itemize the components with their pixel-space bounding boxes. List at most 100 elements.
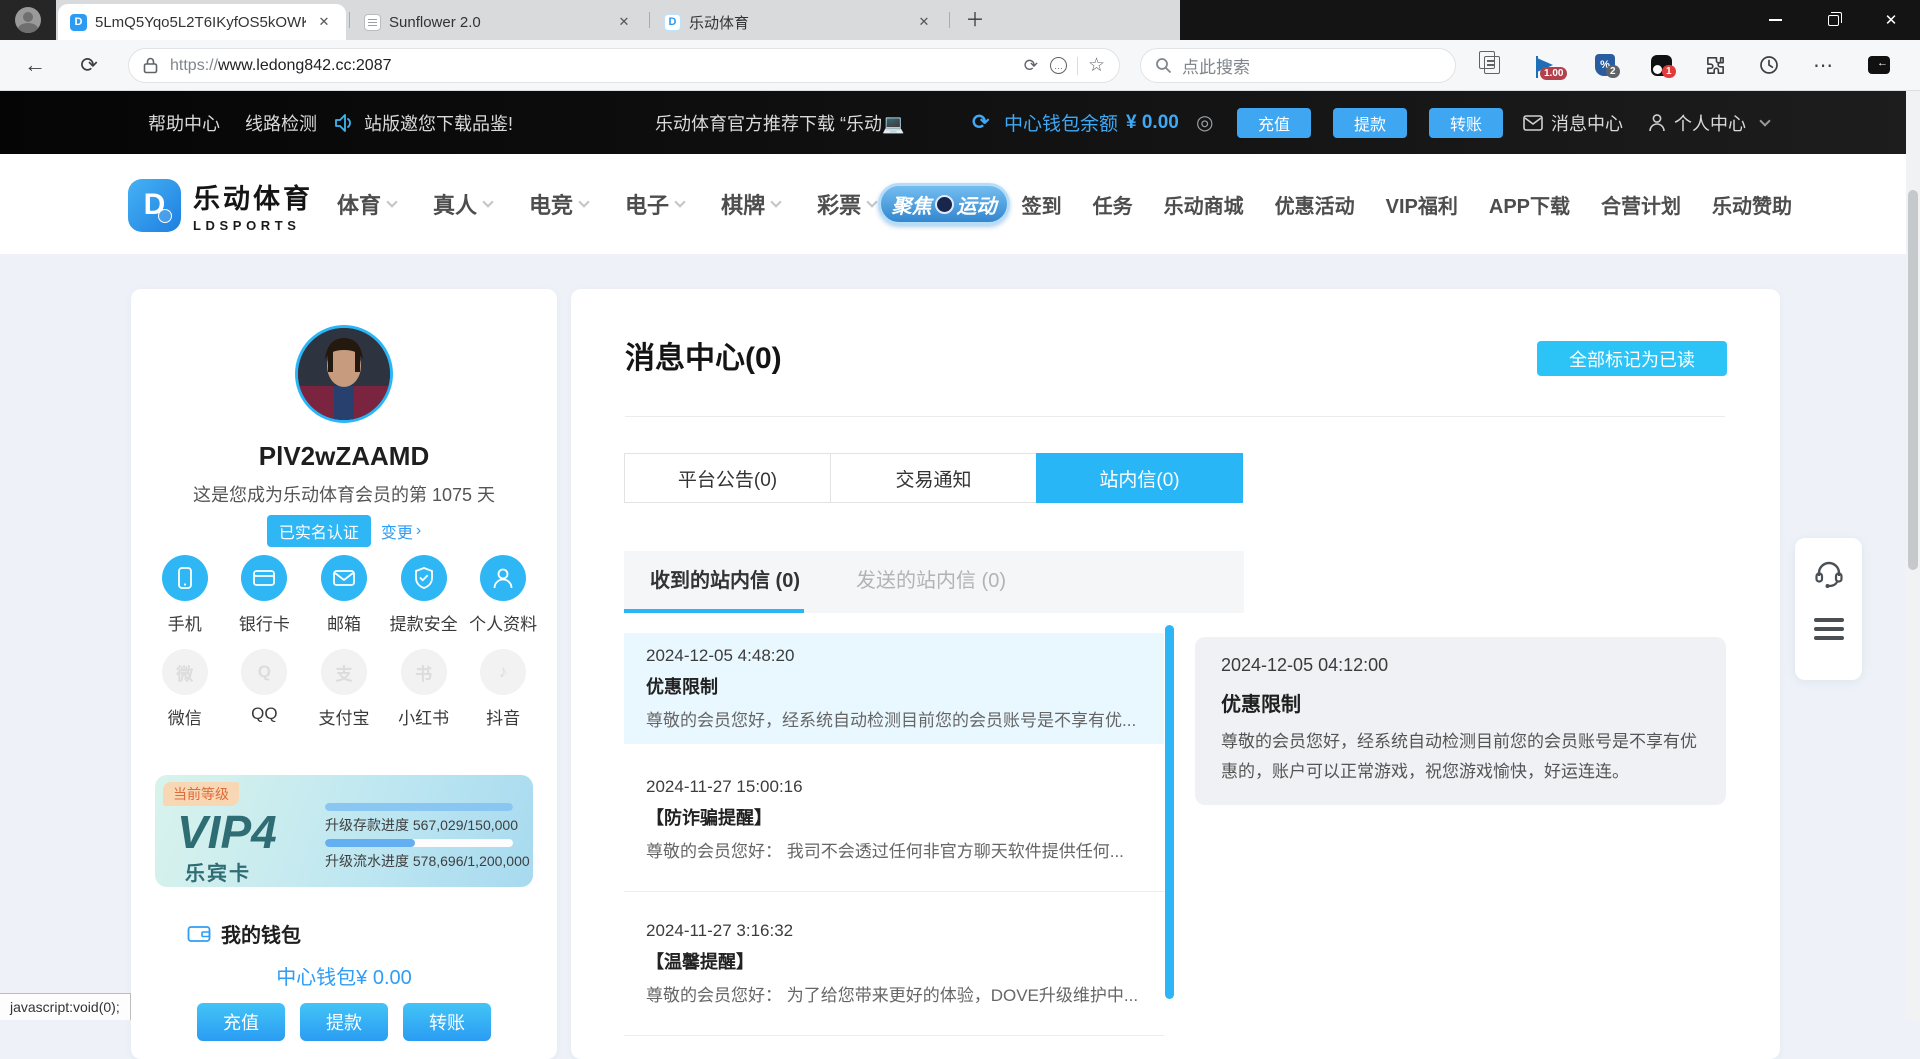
eye-toggle-icon[interactable]: ◎ xyxy=(1196,91,1213,154)
line-check-link[interactable]: 线路检测 xyxy=(245,91,317,154)
nav-menu-live[interactable]: 真人 xyxy=(433,188,492,220)
tab-3[interactable]: D 乐动体育 ✕ xyxy=(652,4,946,40)
extensions-puzzle-icon[interactable] xyxy=(1698,49,1732,81)
browser-tab-strip: D 5LmQ5Yqo5L2T6IKyfOS5kOWKqO ✕ Sunflower… xyxy=(0,0,1920,40)
nav-link-sponsor[interactable]: 乐动赞助 xyxy=(1712,190,1792,219)
security-item-email[interactable]: 邮箱 xyxy=(304,555,384,635)
help-center-link[interactable]: 帮助中心 xyxy=(148,91,220,154)
personal-center-link[interactable]: 个人中心 xyxy=(1648,91,1769,154)
message-list-item[interactable]: 2024-11-27 3:16:32 【温馨提醒】 尊敬的会员您好： 为了给您带… xyxy=(624,908,1164,1019)
security-item-bankcard[interactable]: 银行卡 xyxy=(225,555,305,635)
deposit-button[interactable]: 充值 xyxy=(1237,108,1311,138)
tab-3-close-icon[interactable]: ✕ xyxy=(914,14,934,30)
social-item-qq[interactable]: Q QQ xyxy=(225,649,305,729)
security-item-profile[interactable]: 个人资料 xyxy=(463,555,543,635)
divider xyxy=(625,416,1725,417)
page-title: 消息中心(0) xyxy=(625,333,782,377)
wallet-transfer-button[interactable]: 转账 xyxy=(403,1003,491,1041)
collections-icon[interactable] xyxy=(1475,49,1509,81)
vip-card-name: 乐宾卡 xyxy=(185,857,251,886)
nav-link-app[interactable]: APP下载 xyxy=(1489,190,1570,219)
security-item-phone[interactable]: 手机 xyxy=(145,555,225,635)
tab-2[interactable]: Sunflower 2.0 ✕ xyxy=(352,4,646,40)
nav-link-promos[interactable]: 优惠活动 xyxy=(1275,190,1355,219)
site-nav-bar: D 乐动体育 LDSPORTS 体育 真人 电竞 电子 棋牌 彩票 聚焦运动 签… xyxy=(0,154,1920,254)
download-announce-link[interactable]: 站版邀您下载品鉴! xyxy=(364,91,513,154)
chevron-down-icon xyxy=(386,196,397,207)
flag-extension-icon[interactable]: 1.00 xyxy=(1528,49,1562,81)
mark-all-read-button[interactable]: 全部标记为已读 xyxy=(1537,341,1727,376)
url-host: www.ledong842.cc:2087 xyxy=(218,57,391,74)
refresh-balance-icon[interactable]: ⟳ xyxy=(972,91,990,154)
window-minimize-button[interactable] xyxy=(1746,0,1804,40)
message-list-scrollbar[interactable] xyxy=(1165,625,1174,999)
shield-check-icon xyxy=(401,555,447,601)
menu-hamburger-icon[interactable] xyxy=(1814,613,1844,645)
favorite-star-icon[interactable]: ☆ xyxy=(1088,54,1105,77)
change-link[interactable]: 变更› xyxy=(381,519,421,543)
site-logo[interactable]: D 乐动体育 LDSPORTS xyxy=(128,177,313,233)
shield-extension-icon[interactable]: % 2 xyxy=(1588,49,1622,81)
douyin-icon: ♪ xyxy=(480,649,526,695)
focus-sports-badge[interactable]: 聚焦运动 xyxy=(878,183,1010,225)
divider xyxy=(624,891,1164,892)
quick-search-box[interactable]: 点此搜索 xyxy=(1140,48,1456,83)
transfer-button[interactable]: 转账 xyxy=(1429,108,1503,138)
tab-1-close-icon[interactable]: ✕ xyxy=(314,14,334,30)
wallet-deposit-button[interactable]: 充值 xyxy=(197,1003,285,1041)
nav-menu-lottery[interactable]: 彩票 xyxy=(817,188,876,220)
page-scrollbar[interactable] xyxy=(1906,91,1920,1020)
nav-menu-esports[interactable]: 电竞 xyxy=(529,188,588,220)
nav-link-signin[interactable]: 签到 xyxy=(1022,190,1062,219)
message-list-item[interactable]: 2024-11-25 13:14:01 xyxy=(624,1052,1164,1059)
vip-level-card[interactable]: 当前等级 VIP4 乐宾卡 升级存款进度 567,029/150,000 升级流… xyxy=(155,775,533,887)
social-item-xiaohongshu[interactable]: 书 小红书 xyxy=(384,649,464,729)
translate-refresh-icon[interactable]: ⟳ xyxy=(1024,56,1038,76)
dark-extension-icon[interactable]: 1 xyxy=(1644,49,1678,81)
nav-menu-slots[interactable]: 电子 xyxy=(625,188,684,220)
reload-button[interactable]: ⟳ xyxy=(72,40,106,90)
subtab-sent-mail[interactable]: 发送的站内信 (0) xyxy=(856,551,1006,613)
tab-transaction-notices[interactable]: 交易通知 xyxy=(830,453,1037,503)
current-level-tag: 当前等级 xyxy=(163,782,239,806)
message-center-link[interactable]: 消息中心 xyxy=(1523,91,1623,154)
settings-more-icon[interactable]: ⋯ xyxy=(1806,49,1840,81)
nav-link-tasks[interactable]: 任务 xyxy=(1093,190,1133,219)
deposit-progress-label: 升级存款进度 567,029/150,000 xyxy=(325,815,518,835)
window-restore-button[interactable] xyxy=(1804,0,1862,40)
browser-profile-avatar-icon xyxy=(15,7,41,33)
social-item-alipay[interactable]: 支 支付宝 xyxy=(304,649,384,729)
sidebar-panel-icon[interactable] xyxy=(1862,49,1896,81)
wallet-withdraw-button[interactable]: 提款 xyxy=(300,1003,388,1041)
message-list-item-selected[interactable]: 2024-12-05 4:48:20 优惠限制 尊敬的会员您好，经系统自动检测目… xyxy=(624,633,1164,744)
message-list-item[interactable]: 2024-11-27 15:00:16 【防诈骗提醒】 尊敬的会员您好： 我司不… xyxy=(624,764,1164,875)
arrow-right-icon: › xyxy=(416,522,421,540)
subtab-received-mail[interactable]: 收到的站内信 (0) xyxy=(650,551,800,613)
history-icon[interactable] xyxy=(1752,49,1786,81)
address-bar[interactable]: https://www.ledong842.cc:2087 ⟳ … ☆ xyxy=(128,48,1120,83)
nav-link-affiliate[interactable]: 合营计划 xyxy=(1601,190,1681,219)
tab-1[interactable]: D 5LmQ5Yqo5L2T6IKyfOS5kOWKqO ✕ xyxy=(58,4,346,40)
withdraw-button[interactable]: 提款 xyxy=(1333,108,1407,138)
social-item-wechat[interactable]: 微 微信 xyxy=(145,649,225,729)
nav-menu-chess[interactable]: 棋牌 xyxy=(721,188,780,220)
mail-icon xyxy=(321,555,367,601)
more-in-circle-icon[interactable]: … xyxy=(1050,57,1067,74)
browser-profile-corner[interactable] xyxy=(0,0,56,40)
customer-service-headset-icon[interactable] xyxy=(1813,558,1845,595)
tab-site-mail[interactable]: 站内信(0) xyxy=(1036,453,1243,503)
nav-link-vip[interactable]: VIP福利 xyxy=(1386,190,1458,219)
window-close-button[interactable]: ✕ xyxy=(1862,0,1920,40)
nav-menu-sports[interactable]: 体育 xyxy=(337,188,396,220)
back-button[interactable]: ← xyxy=(18,40,52,90)
search-placeholder: 点此搜索 xyxy=(1182,53,1250,78)
new-tab-button[interactable]: ＋ xyxy=(962,8,988,34)
user-avatar[interactable] xyxy=(295,325,393,423)
social-item-douyin[interactable]: ♪ 抖音 xyxy=(463,649,543,729)
tab-2-close-icon[interactable]: ✕ xyxy=(614,14,634,30)
security-item-withdraw-safety[interactable]: 提款安全 xyxy=(384,555,464,635)
nav-link-mall[interactable]: 乐动商城 xyxy=(1164,190,1244,219)
active-subtab-underline xyxy=(624,609,804,613)
tab-platform-announcements[interactable]: 平台公告(0) xyxy=(624,453,831,503)
page-scrollbar-thumb[interactable] xyxy=(1908,190,1918,570)
